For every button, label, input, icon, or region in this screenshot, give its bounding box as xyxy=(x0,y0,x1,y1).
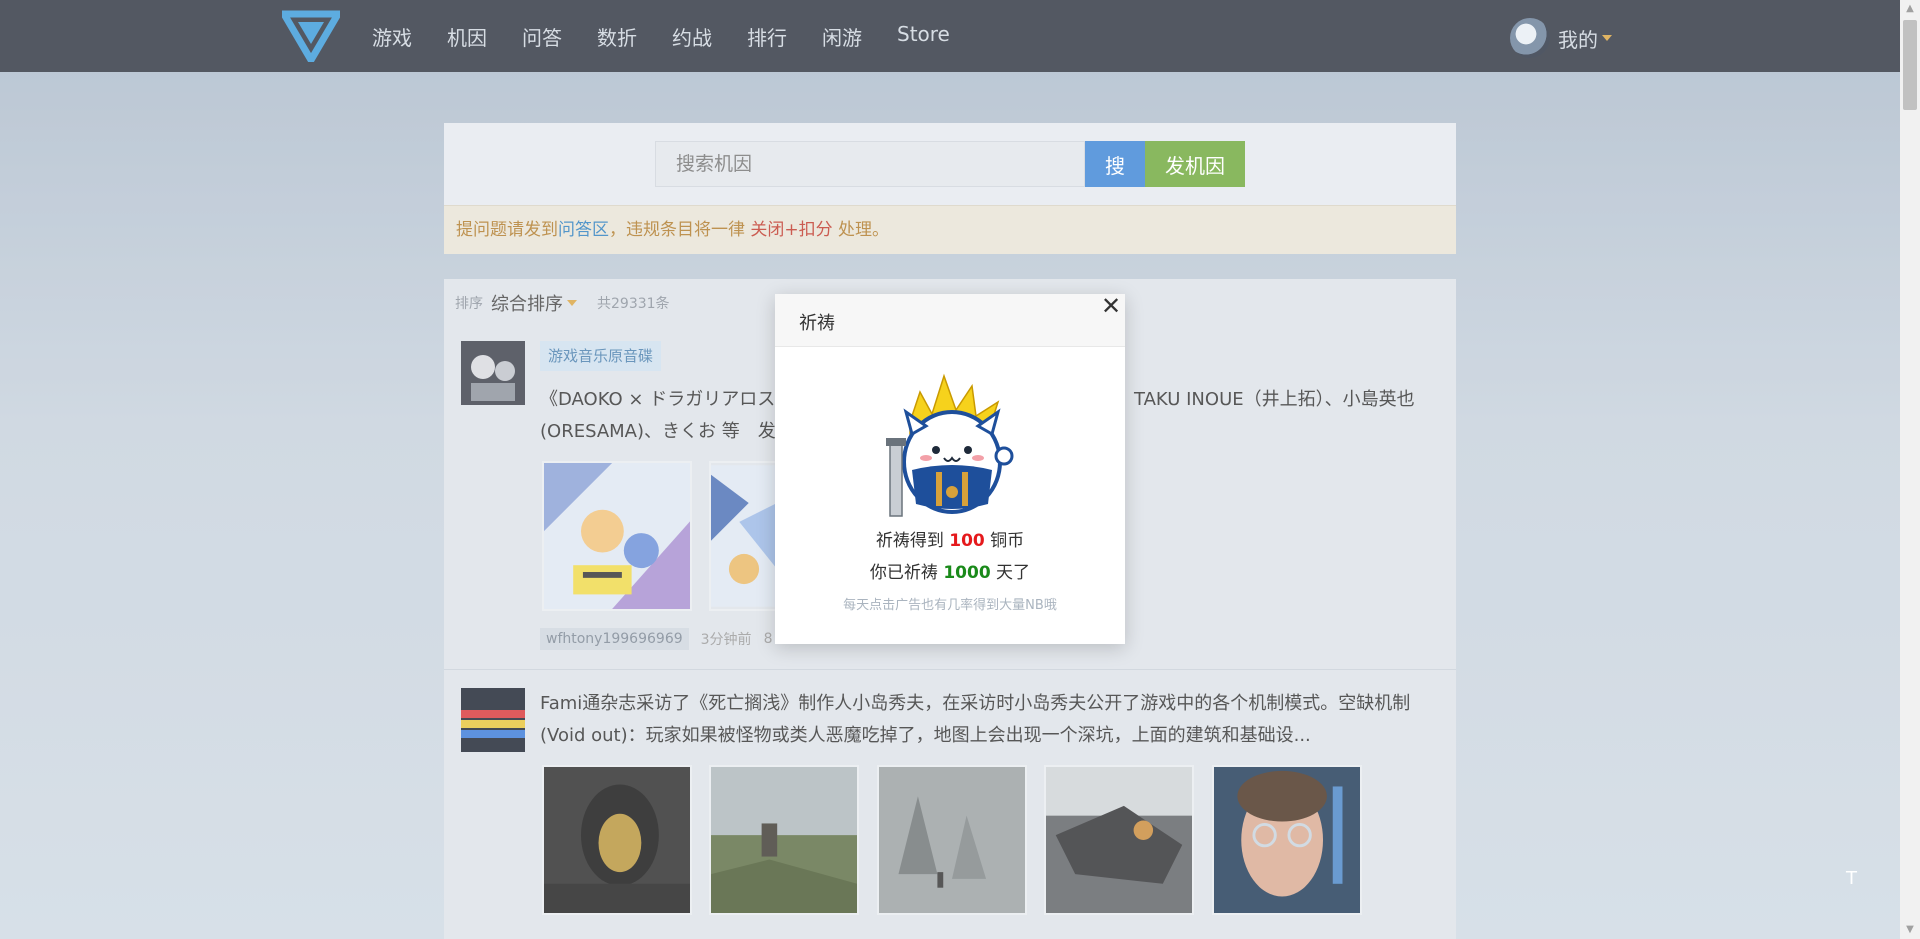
prayer-reward-text: 祈祷得到 100 铜币 xyxy=(775,526,1125,551)
scroll-up-arrow-icon[interactable]: ▲ xyxy=(1900,0,1920,18)
modal-header: 祈祷 ✕ xyxy=(775,292,1125,347)
reward-suffix: 铜币 xyxy=(984,531,1025,551)
reward-prefix: 祈祷得到 xyxy=(875,531,950,551)
modal-title: 祈祷 xyxy=(799,313,835,334)
page-scrollbar[interactable]: ▲ ▼ xyxy=(1900,0,1920,939)
days-count: 1000 xyxy=(943,563,991,583)
modal-hint: 每天点击广告也有几率得到大量NB哦 xyxy=(843,598,1057,613)
prayer-days-text: 你已祈祷 1000 天了 xyxy=(775,558,1125,583)
scrollbar-thumb[interactable] xyxy=(1903,20,1917,110)
days-suffix: 天了 xyxy=(990,563,1031,583)
scroll-down-arrow-icon[interactable]: ▼ xyxy=(1900,921,1920,939)
close-icon[interactable]: ✕ xyxy=(1097,292,1125,320)
days-prefix: 你已祈祷 xyxy=(869,563,944,583)
mascot-image xyxy=(886,373,1014,517)
reward-amount: 100 xyxy=(949,531,985,551)
prayer-modal: 祈祷 ✕ 祈祷得到 100 铜币 你已祈祷 1000 天了 每天点击广告也有几率… xyxy=(775,292,1125,644)
